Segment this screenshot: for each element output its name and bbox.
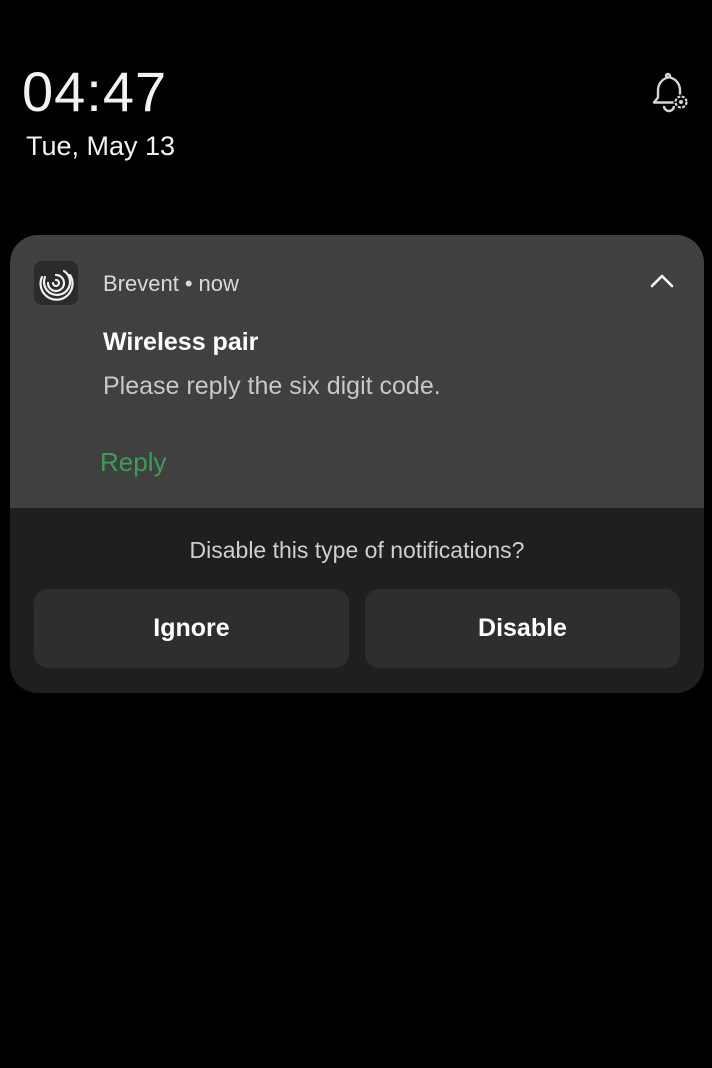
- reply-button[interactable]: Reply: [100, 445, 166, 479]
- collapse-button[interactable]: [646, 265, 678, 297]
- notification-settings-button[interactable]: [646, 70, 692, 116]
- notification-header: Brevent • now: [103, 270, 239, 298]
- disable-button[interactable]: Disable: [365, 589, 680, 668]
- separator-dot: •: [184, 271, 193, 296]
- clock-date: Tue, May 13: [26, 131, 176, 161]
- app-name: Brevent: [103, 271, 179, 296]
- disable-prompt: Disable this type of notifications?: [189, 537, 525, 563]
- ignore-button[interactable]: Ignore: [34, 589, 349, 668]
- chevron-up-icon: [650, 274, 674, 288]
- bell-gear-icon: [652, 72, 689, 113]
- notification-content[interactable]: Brevent • now Wireless pair Please reply t…: [10, 235, 704, 508]
- spiral-icon: [39, 269, 74, 301]
- notification-time: now: [198, 271, 239, 296]
- clock-time: 04:47: [22, 60, 168, 123]
- notification-card: Brevent • now Wireless pair Please reply t…: [10, 235, 704, 693]
- notification-body: Please reply the six digit code.: [103, 372, 441, 400]
- notification-title: Wireless pair: [103, 328, 259, 356]
- app-icon-container: [34, 261, 78, 305]
